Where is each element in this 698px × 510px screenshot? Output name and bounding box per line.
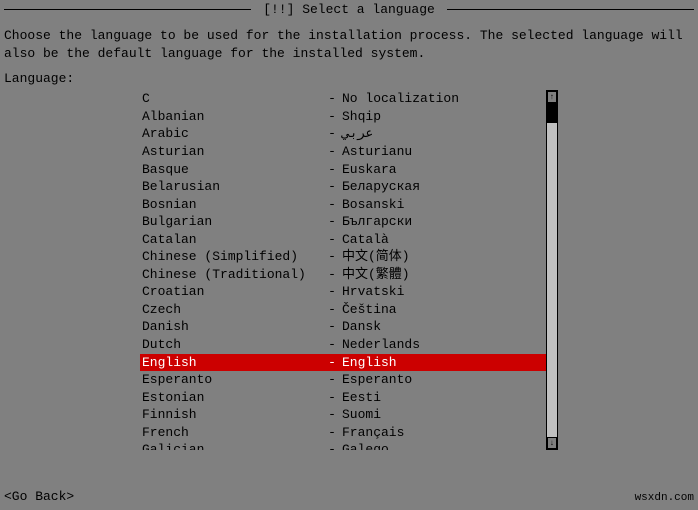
lang-dash: - bbox=[322, 231, 342, 249]
lang-name: Bosnian bbox=[142, 196, 322, 214]
lang-dash: - bbox=[322, 196, 342, 214]
list-item[interactable]: C-No localization bbox=[140, 90, 546, 108]
list-item[interactable]: Esperanto-Esperanto bbox=[140, 371, 546, 389]
lang-name: Estonian bbox=[142, 389, 322, 407]
lang-native: عربي bbox=[342, 125, 544, 143]
list-item[interactable]: Chinese (Simplified)-中文(简体) bbox=[140, 248, 546, 266]
lang-name: English bbox=[142, 354, 322, 372]
list-item[interactable]: Bulgarian-Български bbox=[140, 213, 546, 231]
lang-name: Bulgarian bbox=[142, 213, 322, 231]
list-item[interactable]: Bosnian-Bosanski bbox=[140, 196, 546, 214]
scroll-down-arrow[interactable]: ↓ bbox=[547, 437, 557, 449]
lang-dash: - bbox=[322, 354, 342, 372]
list-item[interactable]: Estonian-Eesti bbox=[140, 389, 546, 407]
lang-dash: - bbox=[322, 406, 342, 424]
scroll-up-arrow[interactable]: ↑ bbox=[547, 91, 557, 103]
lang-dash: - bbox=[322, 424, 342, 442]
list-item[interactable]: Croatian-Hrvatski bbox=[140, 283, 546, 301]
lang-dash: - bbox=[322, 143, 342, 161]
list-item[interactable]: Albanian-Shqip bbox=[140, 108, 546, 126]
lang-dash: - bbox=[322, 441, 342, 450]
list-item[interactable]: Catalan-Català bbox=[140, 231, 546, 249]
lang-dash: - bbox=[322, 213, 342, 231]
title-text: [!!] Select a language bbox=[259, 2, 439, 17]
lang-native: No localization bbox=[342, 90, 544, 108]
lang-native: Български bbox=[342, 213, 544, 231]
scrollbar[interactable]: ↑ ↓ bbox=[546, 90, 558, 450]
go-back-button[interactable]: <Go Back> bbox=[4, 489, 74, 504]
lang-dash: - bbox=[322, 125, 342, 143]
list-item[interactable]: French-Français bbox=[140, 424, 546, 442]
description: Choose the language to be used for the i… bbox=[0, 19, 698, 67]
list-item[interactable]: Danish-Dansk bbox=[140, 318, 546, 336]
lang-dash: - bbox=[322, 90, 342, 108]
title-bar: [!!] Select a language bbox=[0, 0, 698, 19]
lang-native: 中文(简体) bbox=[342, 248, 544, 266]
lang-native: Català bbox=[342, 231, 544, 249]
lang-name: Galician bbox=[142, 441, 322, 450]
lang-native: Galego bbox=[342, 441, 544, 450]
language-list[interactable]: C-No localizationAlbanian-ShqipArabic-عر… bbox=[140, 90, 546, 450]
lang-dash: - bbox=[322, 161, 342, 179]
description-line2: also be the default language for the ins… bbox=[4, 45, 694, 63]
scrollbar-track bbox=[547, 103, 557, 437]
lang-name: Belarusian bbox=[142, 178, 322, 196]
lang-dash: - bbox=[322, 318, 342, 336]
lang-native: Français bbox=[342, 424, 544, 442]
lang-native: English bbox=[342, 354, 544, 372]
lang-dash: - bbox=[322, 336, 342, 354]
lang-name: Basque bbox=[142, 161, 322, 179]
lang-native: Esperanto bbox=[342, 371, 544, 389]
list-item[interactable]: English-English bbox=[140, 354, 546, 372]
lang-name: Catalan bbox=[142, 231, 322, 249]
lang-native: Беларуская bbox=[342, 178, 544, 196]
lang-name: Chinese (Simplified) bbox=[142, 248, 322, 266]
lang-native: Shqip bbox=[342, 108, 544, 126]
lang-name: Finnish bbox=[142, 406, 322, 424]
lang-native: Asturianu bbox=[342, 143, 544, 161]
lang-native: Bosanski bbox=[342, 196, 544, 214]
lang-name: Asturian bbox=[142, 143, 322, 161]
lang-dash: - bbox=[322, 301, 342, 319]
lang-native: Eesti bbox=[342, 389, 544, 407]
lang-dash: - bbox=[322, 108, 342, 126]
lang-native: Dansk bbox=[342, 318, 544, 336]
lang-dash: - bbox=[322, 248, 342, 266]
lang-native: Nederlands bbox=[342, 336, 544, 354]
lang-name: Albanian bbox=[142, 108, 322, 126]
lang-dash: - bbox=[322, 283, 342, 301]
list-item[interactable]: Czech-Čeština bbox=[140, 301, 546, 319]
lang-name: Czech bbox=[142, 301, 322, 319]
lang-name: French bbox=[142, 424, 322, 442]
description-line1: Choose the language to be used for the i… bbox=[4, 27, 694, 45]
list-item[interactable]: Belarusian-Беларуская bbox=[140, 178, 546, 196]
lang-dash: - bbox=[322, 389, 342, 407]
list-item[interactable]: Galician-Galego bbox=[140, 441, 546, 450]
lang-native: Euskara bbox=[342, 161, 544, 179]
lang-dash: - bbox=[322, 178, 342, 196]
lang-dash: - bbox=[322, 371, 342, 389]
lang-native: Suomi bbox=[342, 406, 544, 424]
lang-name: Chinese (Traditional) bbox=[142, 266, 322, 284]
list-item[interactable]: Arabic-عربي bbox=[140, 125, 546, 143]
list-item[interactable]: Dutch-Nederlands bbox=[140, 336, 546, 354]
watermark: wsxdn.com bbox=[635, 492, 694, 504]
lang-name: Croatian bbox=[142, 283, 322, 301]
lang-name: Arabic bbox=[142, 125, 322, 143]
language-label: Language: bbox=[0, 67, 698, 88]
lang-native: Hrvatski bbox=[342, 283, 544, 301]
list-item[interactable]: Asturian-Asturianu bbox=[140, 143, 546, 161]
lang-native: Čeština bbox=[342, 301, 544, 319]
list-item[interactable]: Finnish-Suomi bbox=[140, 406, 546, 424]
scrollbar-thumb[interactable] bbox=[547, 103, 557, 123]
lang-name: Esperanto bbox=[142, 371, 322, 389]
list-item[interactable]: Basque-Euskara bbox=[140, 161, 546, 179]
lang-name: Danish bbox=[142, 318, 322, 336]
lang-name: C bbox=[142, 90, 322, 108]
lang-dash: - bbox=[322, 266, 342, 284]
lang-native: 中文(繁體) bbox=[342, 266, 544, 284]
language-list-container: C-No localizationAlbanian-ShqipArabic-عر… bbox=[140, 90, 558, 450]
lang-name: Dutch bbox=[142, 336, 322, 354]
list-item[interactable]: Chinese (Traditional)-中文(繁體) bbox=[140, 266, 546, 284]
